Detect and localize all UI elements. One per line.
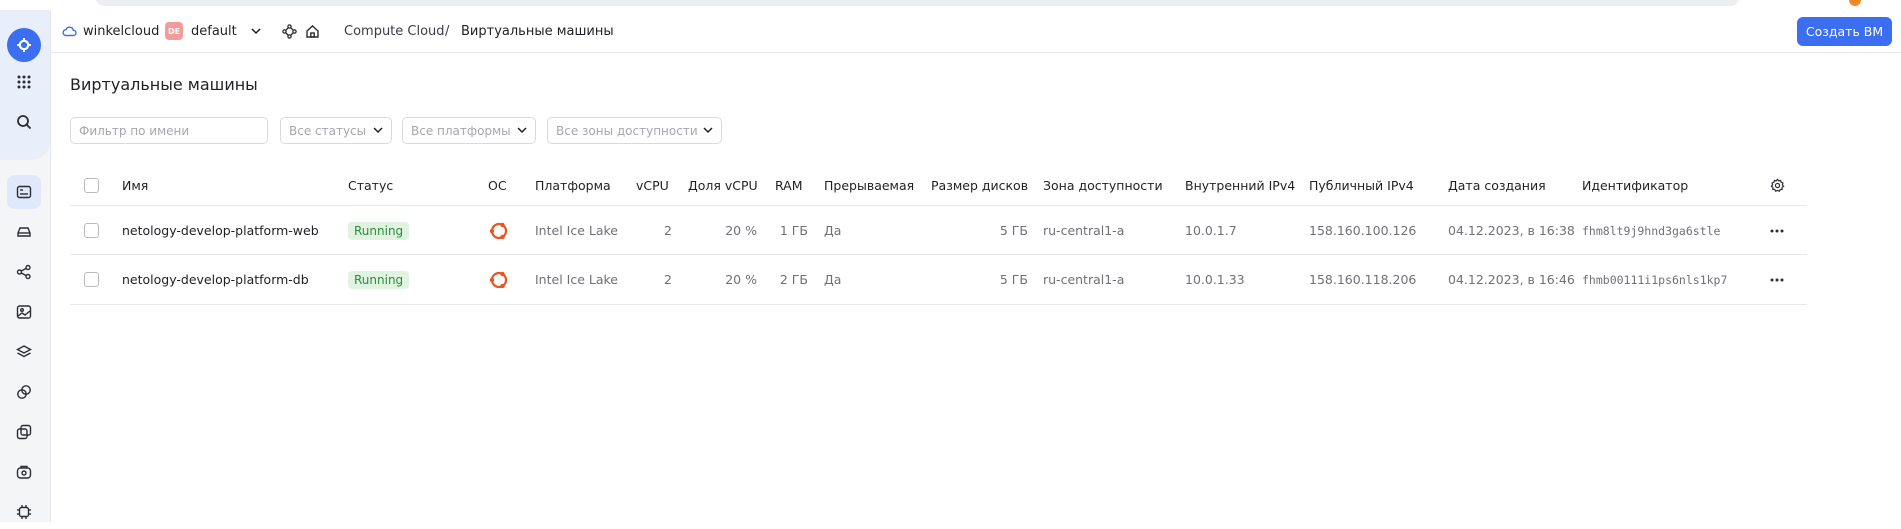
row-checkbox[interactable] [84,223,99,238]
ram-value: 2 ГБ [779,272,808,287]
chevron-down-icon [703,127,713,134]
folder-badge: DE [165,22,183,40]
cloud-name: winkelcloud [83,23,160,39]
internal-ip-value: 10.0.1.7 [1185,223,1237,238]
vcpu-share-value: 20 % [725,272,757,287]
virtual-machines-icon[interactable] [7,175,41,209]
ubuntu-icon [488,255,510,304]
apps-grid-icon[interactable] [7,65,41,99]
cloud-icon [62,25,77,37]
cloud-selector[interactable]: winkelcloud [62,10,159,52]
col-os[interactable]: ОС [488,165,507,205]
chevron-down-icon [251,27,261,35]
top-header: winkelcloud DE default Compute Cloud / В… [51,10,1901,53]
table-row[interactable]: netology-develop-platform-db Running Int… [70,254,1807,305]
status-filter-label: Все статусы [289,123,367,138]
platform-filter-label: Все платформы [411,123,511,138]
create-vm-button[interactable]: Создать ВМ [1797,17,1892,46]
vm-name[interactable]: netology-develop-platform-db [122,255,309,304]
home-icon[interactable] [305,10,320,52]
col-zone[interactable]: Зона доступности [1043,165,1163,205]
col-vcpu[interactable]: vCPU [636,165,669,205]
table-settings-gear-icon[interactable] [1770,165,1785,205]
select-all-checkbox-cell [84,165,99,205]
search-icon[interactable] [7,105,41,139]
status-filter-select[interactable]: Все статусы [280,117,392,144]
instance-groups-icon[interactable] [7,255,41,289]
breadcrumb-separator: / [445,23,450,39]
service-map-icon[interactable] [282,10,297,52]
status-badge: Running [348,221,410,240]
platform-filter-select[interactable]: Все платформы [402,117,536,144]
zone-filter-select[interactable]: Все зоны доступности [547,117,722,144]
disks-icon[interactable] [7,215,41,249]
col-name[interactable]: Имя [122,165,148,205]
copies-icon[interactable] [7,415,41,449]
col-platform[interactable]: Платформа [535,165,611,205]
chip-icon[interactable] [7,495,41,529]
zone-value: ru-central1-a [1043,223,1125,238]
layers-icon[interactable] [7,335,41,369]
public-ip-value: 158.160.100.126 [1309,223,1417,238]
select-all-checkbox[interactable] [84,177,99,193]
col-status[interactable]: Статус [348,165,393,205]
browser-address-bar[interactable] [95,0,1740,6]
platform-value: Intel Ice Lake [535,223,618,238]
col-created[interactable]: Дата создания [1448,165,1546,205]
status-badge: Running [348,270,410,289]
col-vcpu-share[interactable]: Доля vCPU [688,165,758,205]
col-preemptible[interactable]: Прерываемая [824,165,914,205]
col-internal-ip[interactable]: Внутренний IPv4 [1185,165,1295,205]
folder-selector[interactable]: DE default [165,10,261,52]
row-checkbox[interactable] [84,272,99,287]
browser-profile-icon[interactable] [1849,0,1861,6]
folder-name: default [191,23,237,39]
left-navigation-rail [0,10,51,522]
disk-size-value: 5 ГБ [999,272,1028,287]
col-disk-size[interactable]: Размер дисков [931,165,1028,205]
chevron-down-icon [373,127,383,134]
disk-size-value: 5 ГБ [999,223,1028,238]
col-id[interactable]: Идентификатор [1582,165,1688,205]
created-value: 04.12.2023, в 16:38 [1448,223,1575,238]
browser-address-strip [0,0,1901,10]
preemptible-value: Да [824,223,842,238]
breadcrumb-service[interactable]: Compute Cloud [344,10,445,52]
vcpu-value: 2 [664,272,672,287]
page-title: Виртуальные машины [70,75,258,94]
vcpu-value: 2 [664,223,672,238]
more-actions-icon[interactable] [1770,206,1784,255]
chevron-down-icon [517,127,527,134]
cloud-logo-icon[interactable] [7,28,41,62]
ram-value: 1 ГБ [779,223,808,238]
zone-value: ru-central1-a [1043,272,1125,287]
platform-value: Intel Ice Lake [535,272,618,287]
table-row[interactable]: netology-develop-platform-web Running In… [70,205,1807,255]
internal-ip-value: 10.0.1.33 [1185,272,1245,287]
snapshots-icon[interactable] [7,375,41,409]
vcpu-share-value: 20 % [725,223,757,238]
breadcrumb-current: Виртуальные машины [461,23,614,39]
zone-filter-label: Все зоны доступности [556,123,698,138]
images-icon[interactable] [7,295,41,329]
ubuntu-icon [488,206,510,255]
public-ip-value: 158.160.118.206 [1309,272,1417,287]
more-actions-icon[interactable] [1770,255,1784,304]
col-public-ip[interactable]: Публичный IPv4 [1309,165,1414,205]
vm-name[interactable]: netology-develop-platform-web [122,206,319,255]
placement-groups-icon[interactable] [7,455,41,489]
preemptible-value: Да [824,272,842,287]
vm-id-value: fhm8lt9j9hnd3ga6stle [1582,223,1721,238]
vm-id-value: fhmb00111i1ps6nls1kp7 [1582,272,1728,287]
name-filter-input[interactable] [70,117,268,144]
created-value: 04.12.2023, в 16:46 [1448,272,1575,287]
col-ram[interactable]: RAM [775,165,803,205]
